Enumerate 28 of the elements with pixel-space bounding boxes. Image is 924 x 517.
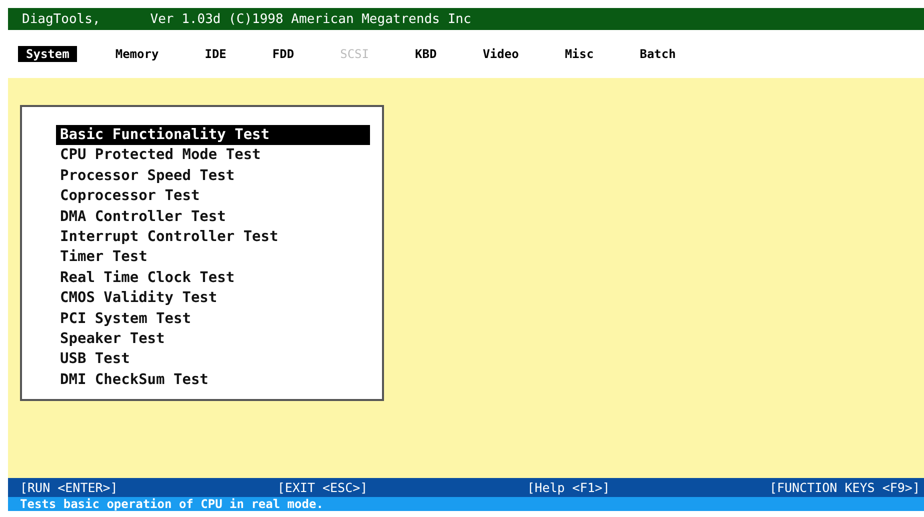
test-item[interactable]: Coprocessor Test — [56, 186, 204, 207]
menu-item[interactable]: Memory — [107, 46, 167, 62]
key-hint: [FUNCTION KEYS <F9>] — [769, 480, 920, 495]
version-text: Ver 1.03d (C)1998 American Megatrends Inc — [150, 12, 472, 26]
menu-item[interactable]: KBD — [407, 46, 445, 62]
key-hint: [RUN <ENTER>] — [20, 480, 118, 495]
test-item[interactable]: Basic Functionality Test — [56, 125, 370, 146]
menu-item[interactable]: Batch — [632, 46, 684, 62]
test-item[interactable]: USB Test — [56, 349, 134, 370]
menu-item[interactable]: FDD — [264, 46, 302, 62]
test-item[interactable]: DMA Controller Test — [56, 206, 230, 228]
menu-item[interactable]: System — [18, 46, 78, 62]
menu-item[interactable]: Video — [474, 46, 527, 62]
app-title: DiagTools, — [22, 12, 100, 26]
menu-item[interactable]: IDE — [196, 46, 234, 62]
test-item[interactable]: Real Time Clock Test — [56, 268, 239, 288]
test-item[interactable]: Interrupt Controller Test — [56, 227, 282, 248]
test-item[interactable]: Timer Test — [56, 247, 152, 268]
test-item[interactable]: DMI CheckSum Test — [56, 370, 212, 390]
key-hint: [EXIT <ESC>] — [277, 480, 368, 495]
test-item[interactable]: CMOS Validity Test — [56, 288, 222, 309]
menu-item[interactable]: Misc — [556, 46, 602, 62]
test-item[interactable]: Processor Speed Test — [56, 166, 239, 186]
test-item[interactable]: Speaker Test — [56, 329, 169, 350]
test-item[interactable]: CPU Protected Mode Test — [56, 145, 265, 166]
test-item[interactable]: PCI System Test — [56, 308, 195, 330]
status-text: Tests basic operation of CPU in real mode. — [20, 497, 324, 511]
key-hint: [Help <F1>] — [527, 480, 610, 495]
